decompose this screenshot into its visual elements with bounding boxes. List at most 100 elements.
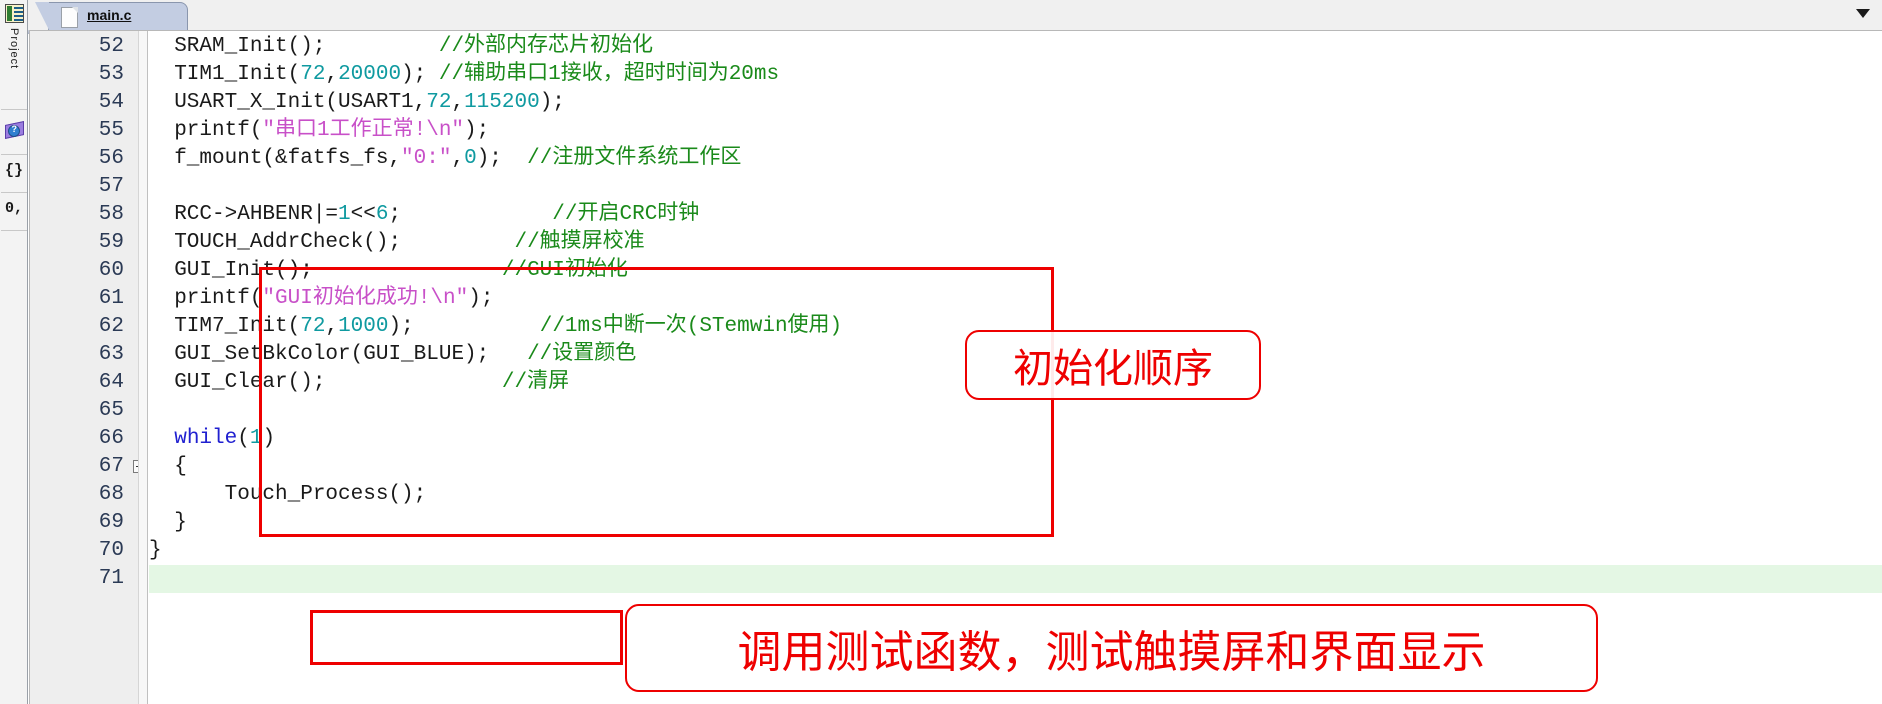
code-token: 72 xyxy=(300,315,326,338)
code-token: GUI_Init(); xyxy=(149,259,502,282)
line-number: 69 xyxy=(98,511,124,534)
functions-braces-icon: {} xyxy=(4,162,23,179)
code-token: SRAM_Init(); xyxy=(149,35,326,58)
line-number: 55 xyxy=(98,119,124,142)
code-token: "串口1工作正常!\n" xyxy=(262,119,465,142)
code-token: { xyxy=(149,455,187,478)
code-line[interactable]: RCC->AHBENR|=1<<6; //开启CRC时钟 xyxy=(149,201,699,229)
sidebar-item-project-label-wrap: Project xyxy=(1,28,27,108)
code-token: 1 xyxy=(249,427,263,450)
code-token: TOUCH_AddrCheck(); xyxy=(149,231,515,254)
code-token: ( xyxy=(237,427,250,450)
fold-margin[interactable] xyxy=(138,31,148,704)
sidebar-item-books[interactable] xyxy=(1,110,27,155)
code-line[interactable]: GUI_Clear(); //清屏 xyxy=(149,369,569,397)
line-number: 64 xyxy=(98,371,124,394)
code-token: 20000 xyxy=(338,63,402,86)
code-token: //辅助串口1接收，超时时间为20ms xyxy=(438,63,780,86)
line-number: 68 xyxy=(98,483,124,506)
code-token: ); xyxy=(464,119,490,142)
code-token: //GUI初始化 xyxy=(501,259,628,282)
code-token: printf( xyxy=(149,287,263,310)
code-line[interactable]: USART_X_Init(USART1,72,115200); xyxy=(149,89,565,117)
sidebar-item-project-label: Project xyxy=(8,28,20,70)
code-token: //触摸屏校准 xyxy=(514,231,645,254)
editor-tab-strip: main.c xyxy=(0,0,1882,34)
code-line[interactable]: SRAM_Init(); //外部内存芯片初始化 xyxy=(149,33,653,61)
line-number: 56 xyxy=(98,147,124,170)
code-token: //设置颜色 xyxy=(527,343,637,366)
tab-main-c[interactable]: main.c xyxy=(35,2,188,30)
code-token: 72 xyxy=(300,63,326,86)
line-number: 52 xyxy=(98,35,124,58)
code-line[interactable]: TOUCH_AddrCheck(); //触摸屏校准 xyxy=(149,229,645,257)
code-line[interactable]: while(1) xyxy=(149,425,275,453)
sidebar-item-project[interactable]: Project xyxy=(1,0,27,110)
code-token: ); xyxy=(476,147,528,170)
code-token: 115200 xyxy=(464,91,540,114)
code-line[interactable]: TIM1_Init(72,20000); //辅助串口1接收，超时时间为20ms xyxy=(149,61,779,89)
keil-editor-window: main.c Project {} 0, 5253545556575859606… xyxy=(0,0,1882,704)
code-line[interactable]: } xyxy=(149,509,187,537)
line-number: 71 xyxy=(98,567,124,590)
code-editor[interactable]: 52 53 54 55 56 57 58 59 60 61 62 63 64 65 66 67 68 69 70 71… xyxy=(29,30,1882,704)
code-token: //外部内存芯片初始化 xyxy=(325,35,654,58)
line-number: 62 xyxy=(98,315,124,338)
templates-icon: 0, xyxy=(4,200,23,217)
code-line[interactable]: printf("串口1工作正常!\n"); xyxy=(149,117,489,145)
code-token: 1 xyxy=(338,203,351,226)
touch-process-callout: 调用测试函数，测试触摸屏和界面显示 xyxy=(625,604,1598,692)
code-token: GUI_SetBkColor(GUI_BLUE); xyxy=(149,343,528,366)
line-number: 70 xyxy=(98,539,124,562)
books-help-icon xyxy=(5,120,24,140)
code-token: , xyxy=(325,63,339,86)
code-line[interactable]: Touch_Process(); xyxy=(149,481,427,509)
code-token: "0:" xyxy=(401,147,452,170)
highlighted-line-row xyxy=(149,565,1882,593)
line-number: 66 xyxy=(98,427,124,450)
code-token: ) xyxy=(262,427,276,450)
code-line[interactable]: { xyxy=(149,453,187,481)
sidebar-item-functions[interactable]: {} xyxy=(1,155,27,193)
tab-main-c-label: main.c xyxy=(87,7,132,23)
code-token: 1000 xyxy=(338,315,389,338)
line-number: 60 xyxy=(98,259,124,282)
code-token: ; xyxy=(388,203,553,226)
code-token: USART_X_Init(USART1, xyxy=(149,91,427,114)
code-token: TIM1_Init( xyxy=(149,63,301,86)
code-token: GUI_Clear(); xyxy=(149,371,502,394)
code-token: 6 xyxy=(375,203,389,226)
sidebar-item-templates[interactable]: 0, xyxy=(1,193,27,231)
code-token: , xyxy=(451,147,465,170)
init-sequence-callout: 初始化顺序 xyxy=(965,330,1261,400)
line-number: 65 xyxy=(98,399,124,422)
code-line[interactable]: GUI_SetBkColor(GUI_BLUE); //设置颜色 xyxy=(149,341,636,369)
line-number: 54 xyxy=(98,91,124,114)
code-token: f_mount(&fatfs_fs, xyxy=(149,147,402,170)
code-token: << xyxy=(350,203,376,226)
line-number: 61 xyxy=(98,287,124,310)
code-line[interactable]: printf("GUI初始化成功!\n"); xyxy=(149,285,493,313)
code-line[interactable]: f_mount(&fatfs_fs,"0:",0); //注册文件系统工作区 xyxy=(149,145,741,173)
code-token: //开启CRC时钟 xyxy=(552,203,700,226)
code-line[interactable]: } xyxy=(149,537,162,565)
code-token: "GUI初始化成功!\n" xyxy=(262,287,469,310)
line-number: 53 xyxy=(98,63,124,86)
code-token: RCC->AHBENR|= xyxy=(149,203,339,226)
code-token: 0 xyxy=(464,147,477,170)
code-token: while xyxy=(174,427,238,450)
code-token: printf( xyxy=(149,119,263,142)
code-token: //注册文件系统工作区 xyxy=(527,147,742,170)
code-token: 72 xyxy=(426,91,452,114)
code-line[interactable]: GUI_Init(); //GUI初始化 xyxy=(149,257,628,285)
line-number: 63 xyxy=(98,343,124,366)
code-token: , xyxy=(451,91,465,114)
left-side-toolbar: Project {} 0, xyxy=(0,0,28,704)
document-icon xyxy=(61,7,78,28)
code-line[interactable]: TIM7_Init(72,1000); //1ms中断一次(STemwin使用) xyxy=(149,313,842,341)
chevron-down-icon[interactable] xyxy=(1856,9,1870,18)
code-token: Touch_Process(); xyxy=(149,483,427,506)
line-number-gutter: 52 53 54 55 56 57 58 59 60 61 62 63 64 65 66 67 68 69 70 71 xyxy=(30,31,148,704)
code-token: } xyxy=(149,539,162,562)
